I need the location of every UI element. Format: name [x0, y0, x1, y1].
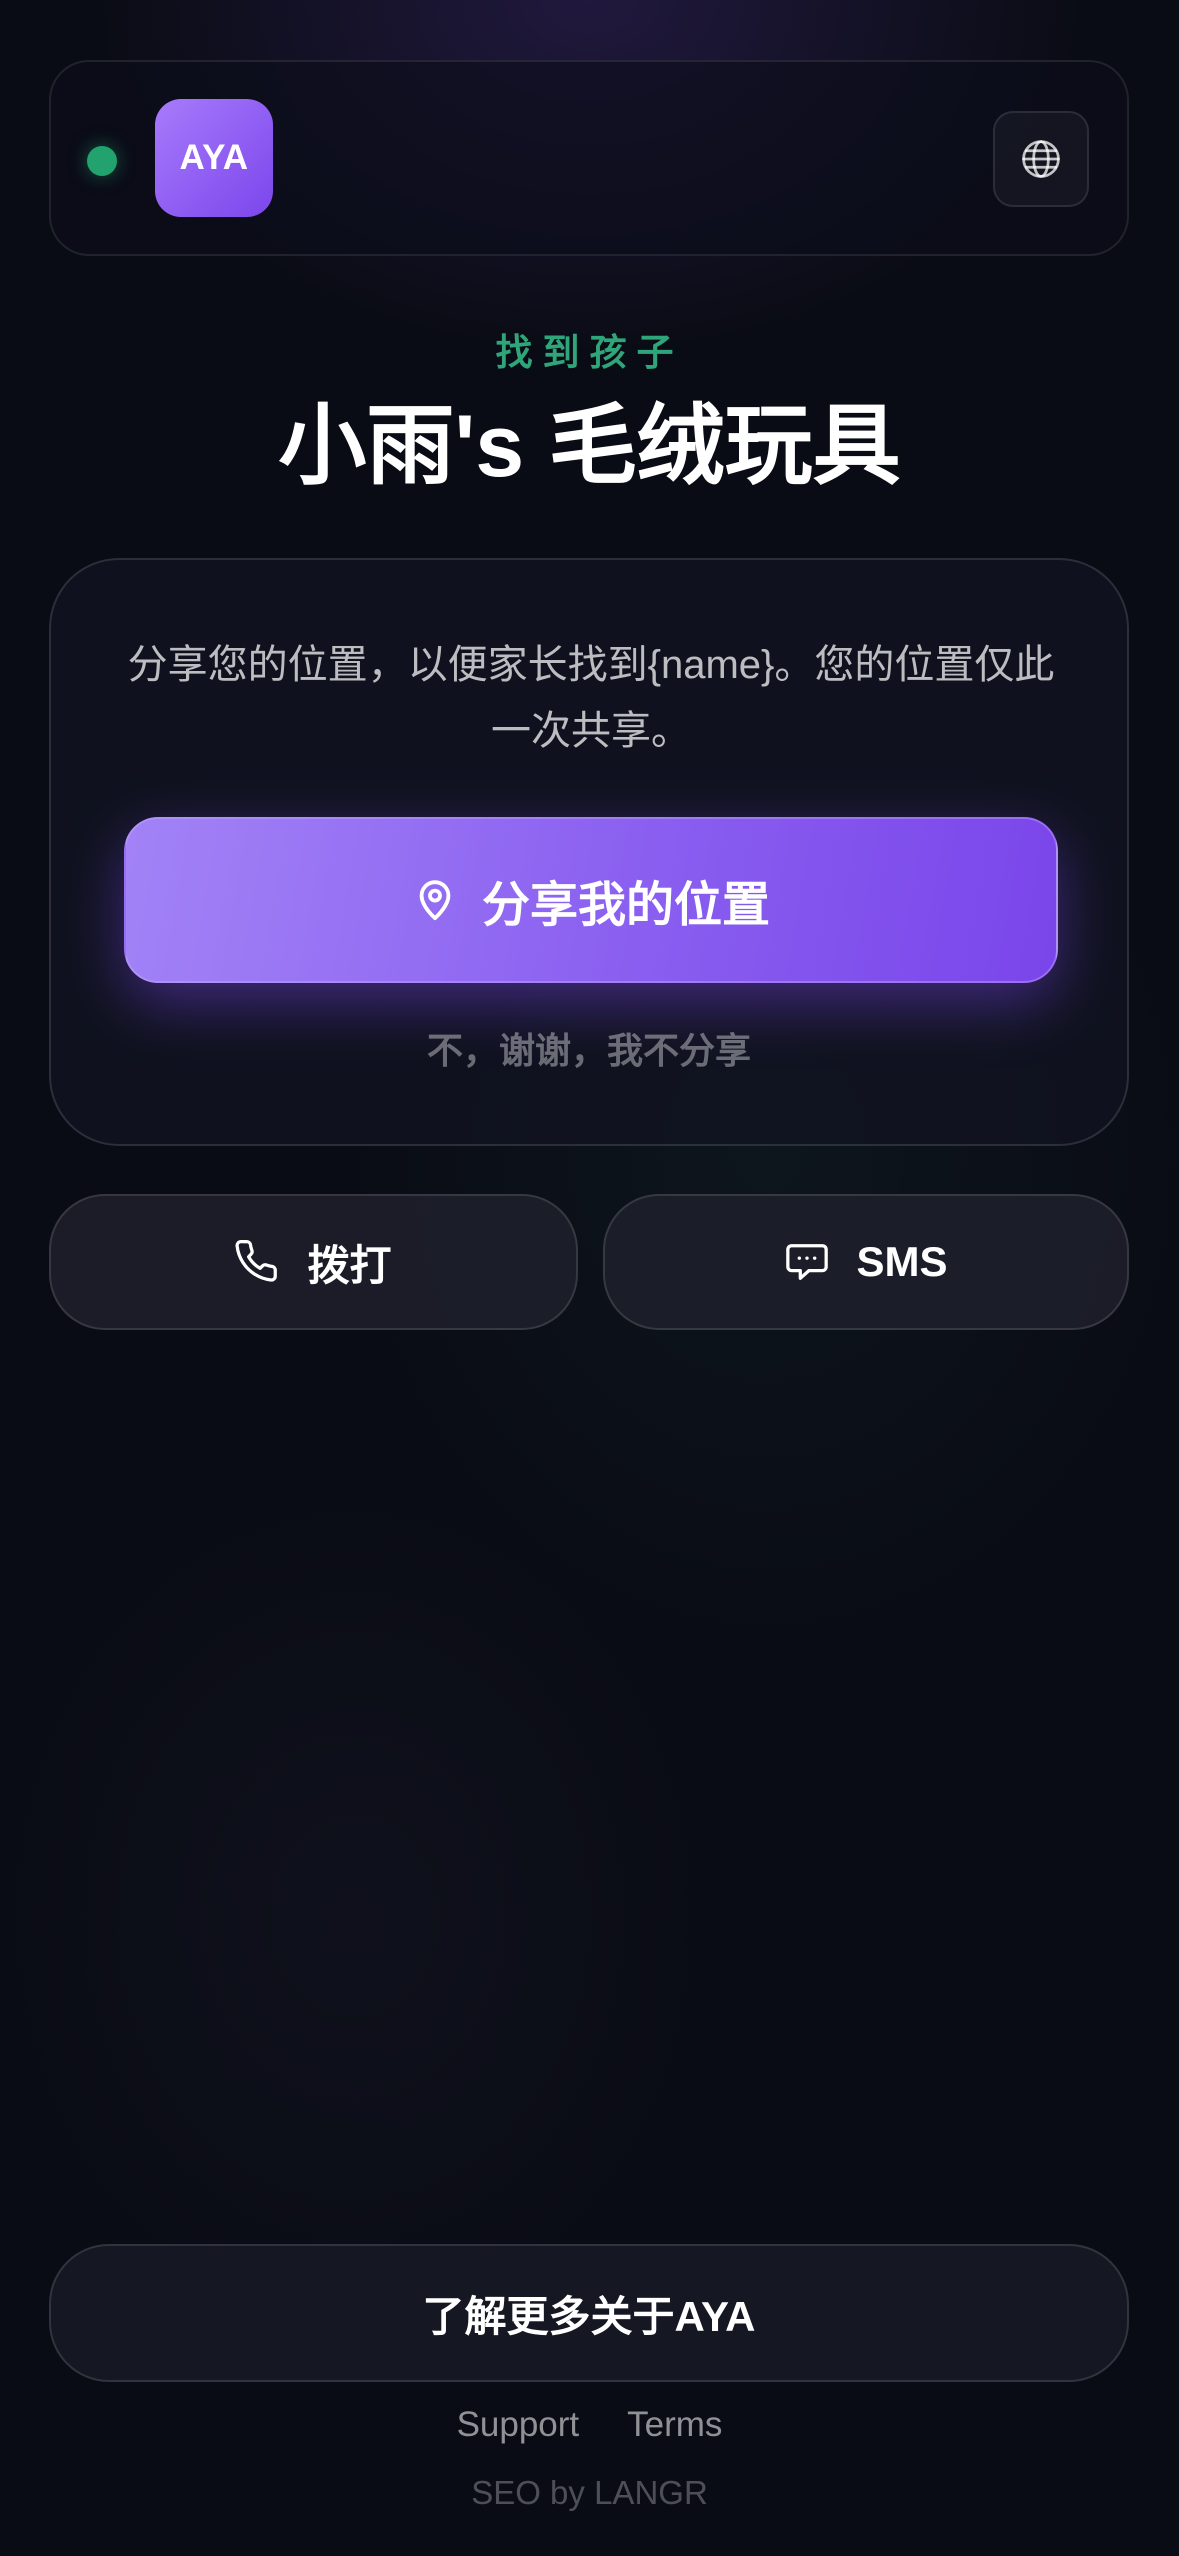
logo-text: AYA — [179, 138, 249, 177]
aya-logo: AYA — [155, 99, 273, 217]
find-child-eyebrow: 找到孩子 — [495, 332, 684, 373]
chat-bubble-icon — [786, 1244, 829, 1280]
language-button[interactable] — [993, 111, 1089, 207]
share-location-card: 分享您的位置，以便家长找到{name}。您的位置仅此一次共享。 分享我的位置 不… — [49, 558, 1129, 1146]
call-button[interactable]: 拨打 — [49, 1194, 578, 1330]
location-pin-icon — [419, 880, 451, 921]
learn-more-label: 了解更多关于AYA — [422, 2292, 756, 2340]
globe-icon — [1022, 140, 1060, 178]
footer-links: Support Terms — [0, 2405, 1179, 2445]
call-button-label: 拨打 — [307, 1241, 392, 1289]
learn-more-button[interactable]: 了解更多关于AYA — [49, 2244, 1129, 2382]
sms-button-label: SMS — [856, 1238, 948, 1285]
sms-button[interactable]: SMS — [603, 1194, 1129, 1330]
share-button-label: 分享我的位置 — [481, 879, 770, 932]
support-link[interactable]: Support — [457, 2405, 580, 2445]
seo-credit: SEO by LANGR — [471, 2474, 708, 2511]
decline-share-link[interactable]: 不，谢谢，我不分享 — [51, 1022, 1127, 1074]
status-indicator-dot — [87, 146, 117, 176]
terms-link[interactable]: Terms — [627, 2405, 722, 2445]
share-location-button[interactable]: 分享我的位置 — [124, 817, 1058, 983]
share-message: 分享您的位置，以便家长找到{name}。您的位置仅此一次共享。 — [127, 643, 1055, 753]
page-title: 小雨's 毛绒玩具 — [278, 396, 901, 495]
phone-icon — [235, 1240, 278, 1282]
header-bar: AYA — [49, 60, 1129, 256]
